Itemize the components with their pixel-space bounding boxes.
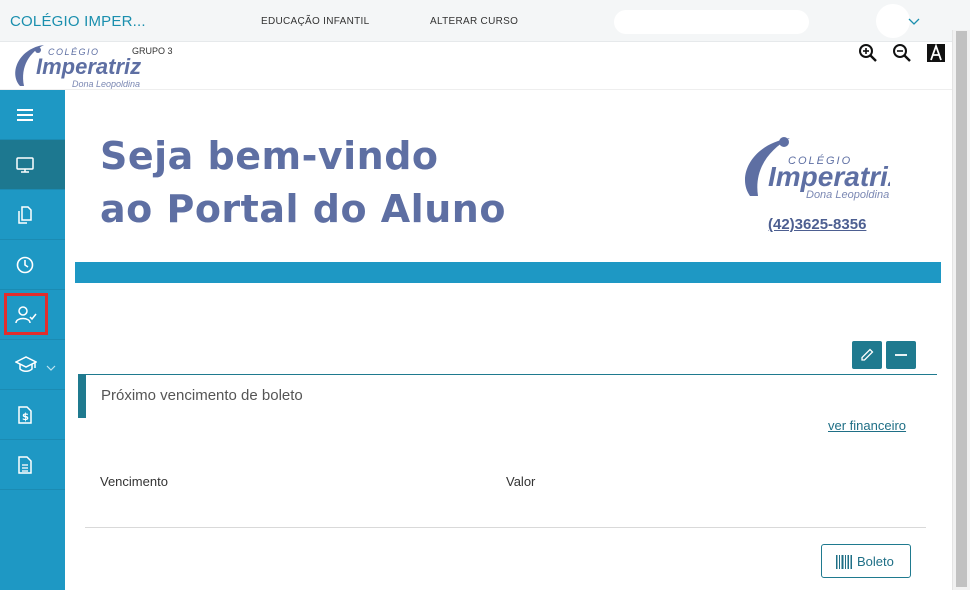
boleto-button-label: Boleto [857, 554, 894, 569]
welcome-line-2: ao Portal do Aluno [100, 187, 506, 231]
welcome-line-1: Seja bem-vindo [100, 134, 439, 178]
phone-link[interactable]: (42)3625-8356 [768, 216, 866, 233]
graduation-cap-icon [15, 356, 37, 372]
school-logo-large: COLÉGIO Imperatriz Dona Leopoldina [744, 137, 890, 201]
card-top-border [78, 374, 937, 375]
logo-name-text: Imperatriz [36, 54, 141, 79]
minus-icon [895, 354, 907, 356]
document-lines-icon [18, 456, 32, 474]
nav-course-link[interactable]: EDUCAÇÃO INFANTIL [261, 16, 369, 27]
column-header-due-date: Vencimento [100, 474, 168, 489]
selection-highlight [4, 293, 48, 335]
logo-large-name: Imperatriz [768, 161, 890, 192]
sidebar-item-financial[interactable]: $ [0, 390, 65, 440]
column-header-value: Valor [506, 474, 536, 489]
logo-sub-text: Dona Leopoldina [72, 79, 140, 89]
dollar-file-icon: $ [18, 406, 32, 424]
sidebar-item-dashboard[interactable] [0, 140, 65, 190]
card-accent [78, 374, 86, 418]
top-bar: COLÉGIO IMPER... EDUCAÇÃO INFANTIL ALTER… [0, 0, 970, 42]
collapse-button[interactable] [886, 341, 916, 369]
divider [85, 527, 926, 528]
group-label: GRUPO 3 [132, 46, 173, 56]
sidebar-item-documents[interactable] [0, 190, 65, 240]
monitor-icon [16, 157, 34, 173]
sidebar-item-reports[interactable] [0, 440, 65, 490]
menu-icon [17, 109, 33, 121]
sidebar-menu-toggle[interactable] [0, 90, 65, 140]
view-financial-link[interactable]: ver financeiro [828, 418, 906, 433]
logo-large-sub: Dona Leopoldina [806, 189, 889, 201]
welcome-heading: Seja bem-vindo ao Portal do Aluno [100, 130, 506, 236]
chevron-down-icon [46, 365, 56, 371]
sidebar: $ [0, 90, 65, 590]
search-field[interactable] [614, 10, 809, 34]
zoom-out-icon[interactable] [892, 43, 912, 63]
sidebar-item-history[interactable] [0, 240, 65, 290]
svg-text:$: $ [22, 412, 29, 423]
contrast-icon[interactable] [926, 43, 946, 63]
chevron-down-icon[interactable] [907, 14, 921, 28]
app-title[interactable]: COLÉGIO IMPER... [10, 13, 146, 30]
edit-button[interactable] [852, 341, 882, 369]
banner-band [75, 262, 941, 283]
documents-icon [18, 206, 32, 224]
zoom-in-icon[interactable] [858, 43, 878, 63]
pencil-icon [861, 348, 874, 361]
boleto-button[interactable]: Boleto [821, 544, 911, 578]
scrollbar-thumb[interactable] [956, 31, 967, 587]
barcode-icon [836, 555, 852, 569]
card-title: Próximo vencimento de boleto [101, 387, 303, 404]
nav-change-course-link[interactable]: ALTERAR CURSO [430, 16, 518, 27]
avatar[interactable] [876, 4, 910, 38]
clock-icon [16, 256, 34, 274]
